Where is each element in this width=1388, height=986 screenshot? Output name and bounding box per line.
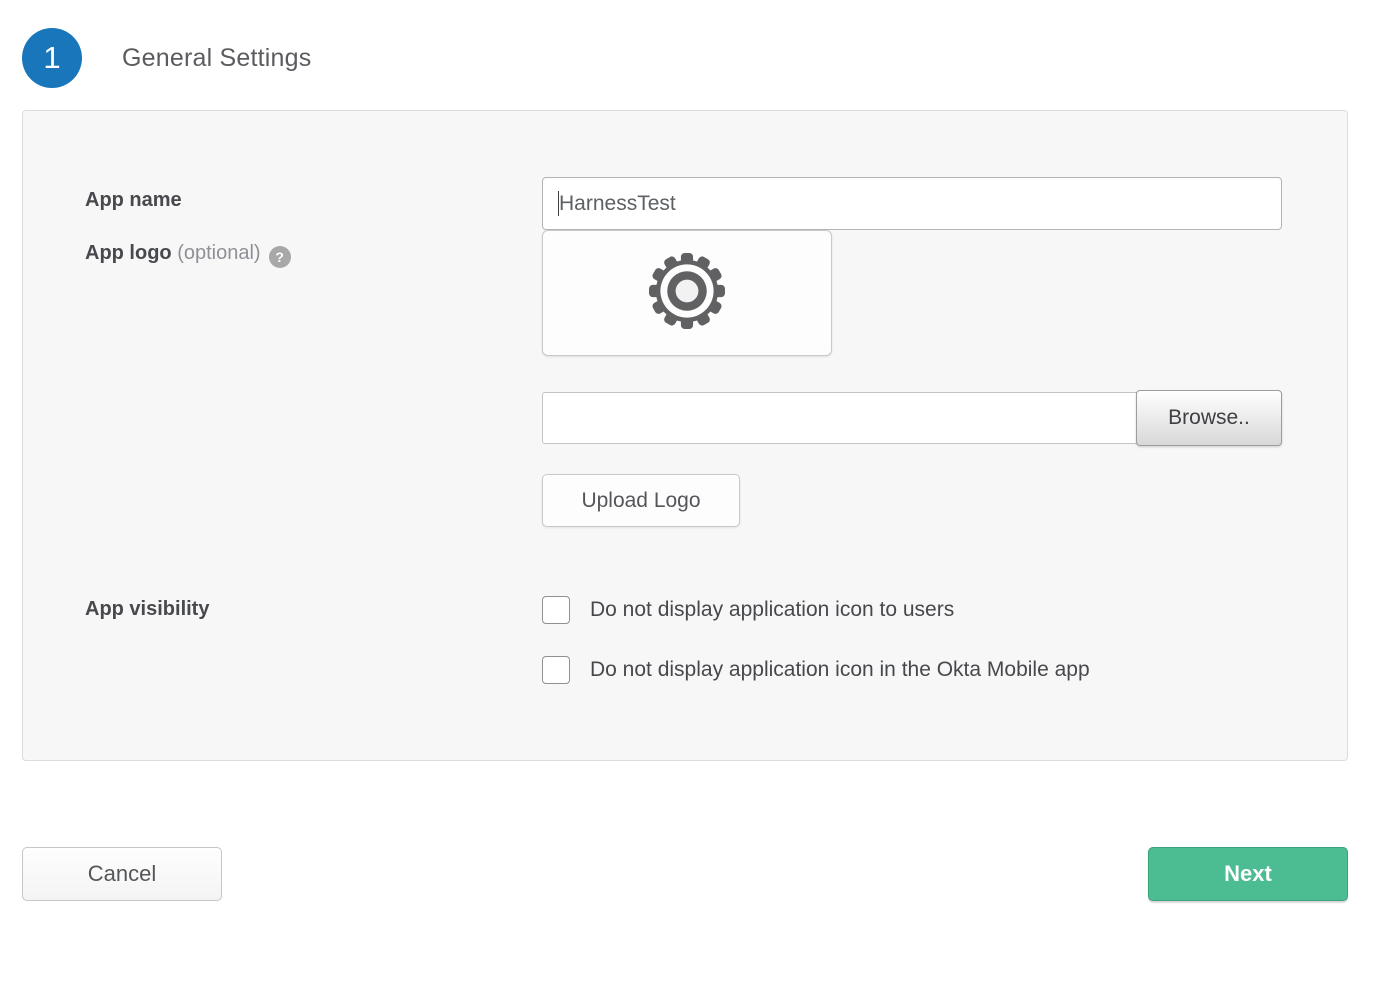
text-cursor xyxy=(558,191,559,216)
general-settings-panel: App name App logo (optional)? xyxy=(22,110,1348,761)
general-settings-wizard-step: 1 General Settings App name xyxy=(0,0,1388,986)
app-logo-row: App logo (optional)? xyxy=(85,230,1282,527)
hide-icon-mobile-checkbox[interactable] xyxy=(542,656,570,684)
hide-icon-mobile-label: Do not display application icon in the O… xyxy=(590,658,1090,682)
hide-icon-users-label: Do not display application icon to users xyxy=(590,598,954,622)
browse-button[interactable]: Browse.. xyxy=(1136,390,1282,446)
app-name-row: App name xyxy=(85,177,1282,230)
upload-logo-button[interactable]: Upload Logo xyxy=(542,474,740,527)
app-name-input[interactable] xyxy=(542,177,1282,230)
app-logo-label: App logo (optional) xyxy=(85,242,261,264)
logo-preview-box xyxy=(542,230,832,356)
logo-file-path-input[interactable] xyxy=(542,392,1137,444)
step-number-badge: 1 xyxy=(22,28,82,88)
logo-file-chooser: Browse.. xyxy=(542,392,1282,446)
app-visibility-label: App visibility xyxy=(85,598,209,620)
optional-note: (optional) xyxy=(177,242,260,264)
step-header: 1 General Settings xyxy=(22,0,1348,88)
app-visibility-row: App visibility Do not display applicatio… xyxy=(85,596,1282,684)
step-number: 1 xyxy=(43,40,60,76)
gear-icon xyxy=(649,253,725,334)
hide-icon-users-checkbox[interactable] xyxy=(542,596,570,624)
page-title: General Settings xyxy=(122,44,311,73)
next-button[interactable]: Next xyxy=(1148,847,1348,901)
cancel-button[interactable]: Cancel xyxy=(22,847,222,901)
app-name-label: App name xyxy=(85,189,182,211)
wizard-footer: Cancel Next xyxy=(22,847,1348,901)
help-icon[interactable]: ? xyxy=(269,246,291,268)
visibility-option-mobile: Do not display application icon in the O… xyxy=(542,656,1282,684)
visibility-option-users: Do not display application icon to users xyxy=(542,596,1282,624)
